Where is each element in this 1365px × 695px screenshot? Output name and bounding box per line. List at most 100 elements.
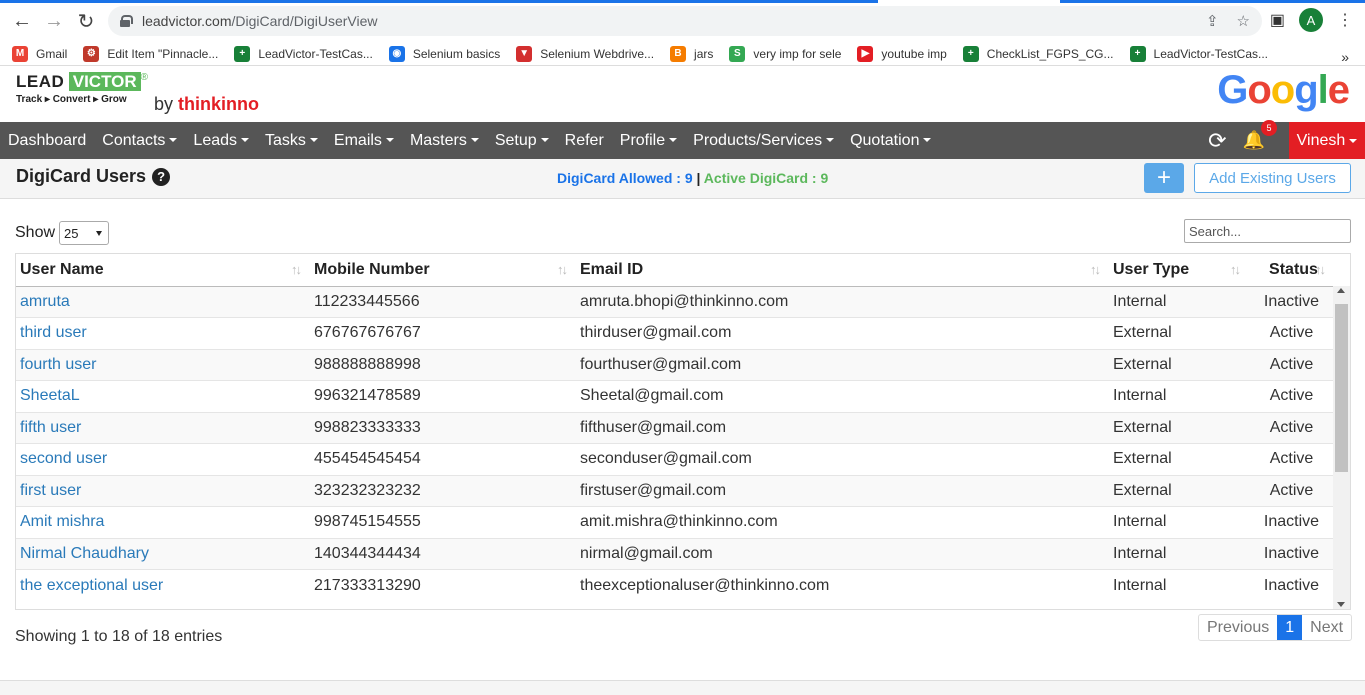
refresh-icon[interactable]: ⟳ (1208, 128, 1226, 154)
user-name-link[interactable]: the exceptional user (16, 569, 310, 601)
bookmark-item[interactable]: + LeadVictor-TestCas... (234, 45, 373, 62)
select-arrow-icon (96, 230, 103, 236)
page-size-select[interactable]: 25 (59, 221, 110, 245)
email-cell: nirmal@gmail.com (576, 537, 1109, 570)
bookmark-item[interactable]: Svery imp for sele (729, 45, 842, 62)
user-name-link[interactable]: fifth user (16, 411, 310, 444)
nav-item-dashboard[interactable]: Dashboard (0, 132, 94, 150)
nav-item-leads[interactable]: Leads (185, 132, 257, 150)
bookmark-item[interactable]: ▶ youtube imp (857, 45, 947, 62)
mobile-number-cell: 988888888998 (310, 348, 576, 381)
nav-item-label: Emails (333, 131, 382, 149)
nav-item-refer[interactable]: Refer (557, 132, 612, 150)
search-input[interactable] (1184, 219, 1351, 243)
share-icon[interactable]: ⇪ (1206, 12, 1219, 30)
loading-bar (0, 0, 878, 3)
bookmarks-more-icon[interactable]: » (1341, 49, 1349, 65)
table-row: fourth user 988888888998 fourthuser@gmail.… (16, 348, 1334, 381)
help-icon[interactable]: ? (152, 167, 171, 186)
leadvictor-logo[interactable]: LEAD VICTOR ® Track ▸ Convert ▸ Grow by t… (16, 72, 259, 114)
nav-item-profile[interactable]: Profile (612, 132, 685, 150)
bookmark-item[interactable]: + LeadVictor-TestCas... (1129, 45, 1269, 62)
column-header[interactable]: Mobile Number ↑↓ (310, 254, 576, 287)
address-bar[interactable]: leadvictor.com/DigiCard/DigiUserView ⇪ ☆ (108, 6, 1262, 36)
status-cell: Active (1249, 380, 1334, 412)
bookmark-item[interactable]: ⚙ Edit Item "Pinnacle... (83, 45, 218, 62)
user-name-link[interactable]: fourth user (16, 348, 310, 381)
next-button[interactable]: Next (1302, 615, 1351, 640)
notification-badge: 5 (1261, 120, 1277, 136)
scroll-up-icon[interactable] (1337, 288, 1345, 293)
bookmark-item[interactable]: + CheckList_FGPS_CG... (962, 45, 1114, 62)
bell-icon[interactable]: 🔔 5 (1243, 120, 1277, 151)
nav-item-products-services[interactable]: Products/Services (685, 132, 842, 150)
mobile-number-cell: 998823333333 (310, 411, 576, 444)
sort-icon[interactable]: ↑↓ (1230, 262, 1241, 277)
bookmark-favicon-icon: M (12, 45, 28, 62)
bookmark-label: Selenium Webdrive... (540, 46, 655, 61)
bookmark-item[interactable]: M Gmail (12, 45, 67, 62)
sort-icon[interactable]: ↑↓ (291, 262, 302, 277)
kebab-menu-icon[interactable]: ⋮ (1337, 10, 1353, 30)
scroll-thumb[interactable] (1335, 304, 1348, 472)
user-name-link[interactable]: second user (16, 443, 310, 475)
entries-info: Showing 1 to 18 of 18 entries (15, 628, 223, 645)
bookmark-label: very imp for sele (753, 46, 842, 61)
email-cell: firstuser@gmail.com (576, 474, 1109, 507)
star-icon[interactable]: ☆ (1237, 12, 1250, 30)
table-row: Nirmal Chaudhary 140344344434 nirmal@gmail… (16, 537, 1334, 570)
mobile-number-cell: 676767676767 (310, 317, 576, 349)
bookmark-label: LeadVictor-TestCas... (1153, 46, 1269, 61)
forward-arrow-icon[interactable]: → (38, 5, 70, 37)
user-name-link[interactable]: Amit mishra (16, 506, 310, 538)
table-body: amruta 112233445566 amruta.bhopi@thinkinno… (16, 285, 1334, 601)
sort-icon[interactable]: ↑↓ (557, 262, 568, 277)
user-menu-button[interactable]: Vinesh (1289, 122, 1365, 159)
bookmark-label: Selenium basics (412, 46, 501, 61)
sort-icon[interactable]: ↑↓ (1315, 262, 1326, 277)
reload-icon[interactable]: ↻ (70, 5, 102, 37)
chevron-down-icon (385, 138, 394, 143)
email-cell: amit.mishra@thinkinno.com (576, 506, 1109, 538)
bookmark-item[interactable]: Bjars (670, 45, 713, 62)
previous-button[interactable]: Previous (1199, 615, 1277, 640)
bookmark-item[interactable]: ◉ Selenium basics (388, 45, 501, 62)
user-type-cell: External (1109, 348, 1249, 381)
status-cell: Active (1249, 443, 1334, 475)
mobile-number-cell: 217333313290 (310, 569, 576, 601)
scroll-down-icon[interactable] (1337, 602, 1345, 607)
user-name-link[interactable]: SheetaL (16, 380, 310, 412)
user-name-link[interactable]: amruta (16, 285, 310, 318)
profile-avatar[interactable]: A (1299, 8, 1323, 32)
active-digicard: Active DigiCard : 9 (703, 170, 829, 186)
user-name: Vinesh (1296, 131, 1346, 149)
nav-item-tasks[interactable]: Tasks (257, 132, 326, 150)
table-row: amruta 112233445566 amruta.bhopi@thinkinno… (16, 285, 1334, 318)
nav-item-emails[interactable]: Emails (326, 132, 402, 150)
digicard-allowed: DigiCard Allowed : 9 (557, 170, 693, 186)
nav-item-masters[interactable]: Masters (402, 132, 487, 150)
column-header[interactable]: Status ↑↓ (1249, 254, 1334, 287)
column-header[interactable]: User Name ↑↓ (16, 254, 310, 287)
nav-item-setup[interactable]: Setup (487, 132, 557, 150)
status-cell: Active (1249, 348, 1334, 381)
user-type-cell: Internal (1109, 569, 1249, 601)
sidepanel-icon[interactable]: ▣ (1270, 10, 1285, 30)
add-existing-users-button[interactable]: Add Existing Users (1194, 163, 1351, 193)
table-scrollbar[interactable] (1333, 286, 1350, 609)
pagination: Previous 1 Next (1198, 614, 1353, 641)
column-header[interactable]: Email ID ↑↓ (576, 254, 1109, 287)
page-1-button[interactable]: 1 (1277, 615, 1303, 640)
back-arrow-icon[interactable]: ← (6, 5, 38, 37)
sort-icon[interactable]: ↑↓ (1090, 262, 1101, 277)
nav-item-quotation[interactable]: Quotation (842, 132, 939, 150)
user-name-link[interactable]: third user (16, 317, 310, 349)
add-user-button[interactable]: + (1144, 163, 1184, 193)
table-row: Amit mishra 998745154555 amit.mishra@think… (16, 506, 1334, 538)
bookmark-item[interactable]: ▼ Selenium Webdrive... (516, 45, 655, 62)
chevron-down-icon (540, 138, 549, 143)
user-name-link[interactable]: Nirmal Chaudhary (16, 537, 310, 570)
column-header[interactable]: User Type ↑↓ (1109, 254, 1249, 287)
nav-item-contacts[interactable]: Contacts (94, 132, 185, 150)
user-name-link[interactable]: first user (16, 474, 310, 507)
